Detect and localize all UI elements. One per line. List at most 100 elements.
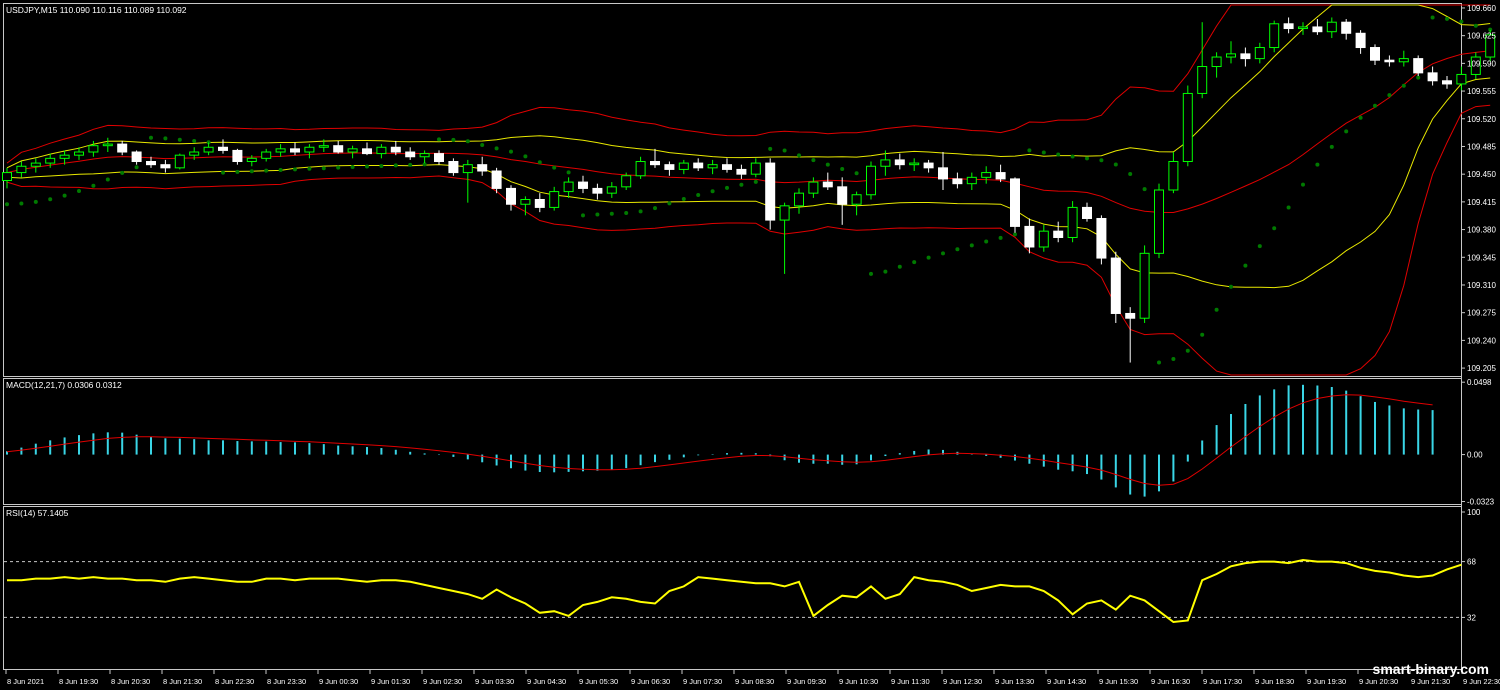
bull-candle[interactable] xyxy=(74,151,84,156)
bull-candle[interactable] xyxy=(563,181,574,193)
bull-candle[interactable] xyxy=(1182,92,1193,163)
bear-candle[interactable] xyxy=(1082,206,1092,219)
bear-candle[interactable] xyxy=(1096,217,1107,259)
bull-candle[interactable] xyxy=(1067,206,1078,238)
bear-candle[interactable] xyxy=(693,162,704,169)
bull-candle[interactable] xyxy=(174,154,185,169)
bear-candle[interactable] xyxy=(362,148,372,155)
bull-candle[interactable] xyxy=(203,146,214,153)
bull-candle[interactable] xyxy=(880,159,891,167)
bull-candle[interactable] xyxy=(678,162,689,170)
bear-candle[interactable] xyxy=(1053,230,1064,238)
bull-candle[interactable] xyxy=(1226,53,1236,58)
bull-candle[interactable] xyxy=(45,157,56,164)
bull-candle[interactable] xyxy=(189,151,200,156)
bear-candle[interactable] xyxy=(434,153,444,163)
bull-candle[interactable] xyxy=(1254,47,1265,60)
bear-candle[interactable] xyxy=(534,198,545,208)
bear-candle[interactable] xyxy=(146,161,156,166)
bull-candle[interactable] xyxy=(2,172,12,182)
bear-candle[interactable] xyxy=(1283,23,1294,30)
bull-candle[interactable] xyxy=(1298,26,1308,30)
bear-candle[interactable] xyxy=(218,146,228,151)
bear-candle[interactable] xyxy=(1010,178,1020,227)
bear-candle[interactable] xyxy=(333,145,344,153)
bear-candle[interactable] xyxy=(1427,72,1438,82)
bear-candle[interactable] xyxy=(1341,21,1352,34)
bull-candle[interactable] xyxy=(275,148,286,153)
bear-candle[interactable] xyxy=(1240,53,1251,60)
bull-candle[interactable] xyxy=(549,191,560,208)
rsi-panel-frame[interactable] xyxy=(3,506,1462,670)
bull-candle[interactable] xyxy=(750,162,761,175)
bull-candle[interactable] xyxy=(606,186,617,194)
bear-candle[interactable] xyxy=(390,146,401,153)
bull-candle[interactable] xyxy=(1326,21,1337,33)
bull-candle[interactable] xyxy=(635,161,646,177)
bull-candle[interactable] xyxy=(1168,161,1179,191)
bull-candle[interactable] xyxy=(520,198,531,205)
bull-candle[interactable] xyxy=(1197,66,1208,94)
bear-candle[interactable] xyxy=(160,164,171,169)
bull-candle[interactable] xyxy=(347,148,358,153)
bull-candle[interactable] xyxy=(462,164,473,174)
bear-candle[interactable] xyxy=(477,164,488,172)
bear-candle[interactable] xyxy=(1355,32,1366,49)
bull-candle[interactable] xyxy=(808,181,819,194)
bear-candle[interactable] xyxy=(592,187,603,194)
bull-candle[interactable] xyxy=(707,164,718,169)
bull-candle[interactable] xyxy=(304,146,315,153)
bull-candle[interactable] xyxy=(16,165,27,174)
bear-candle[interactable] xyxy=(1442,80,1452,85)
bull-candle[interactable] xyxy=(966,176,977,185)
bull-candle[interactable] xyxy=(621,175,632,188)
bull-candle[interactable] xyxy=(59,154,70,159)
bull-candle[interactable] xyxy=(102,143,113,147)
bull-candle[interactable] xyxy=(1211,56,1222,68)
bear-candle[interactable] xyxy=(995,172,1006,180)
bear-candle[interactable] xyxy=(765,162,776,221)
trading-chart[interactable]: 109.660 109.625 109.590 109.555 109.520 109.4… xyxy=(0,0,1500,690)
bear-candle[interactable] xyxy=(1024,225,1035,248)
bear-candle[interactable] xyxy=(952,178,963,185)
bear-candle[interactable] xyxy=(405,151,416,158)
bear-candle[interactable] xyxy=(736,168,747,175)
bear-candle[interactable] xyxy=(837,186,848,205)
bull-candle[interactable] xyxy=(909,162,920,166)
bear-candle[interactable] xyxy=(1384,59,1395,63)
bear-candle[interactable] xyxy=(1125,312,1136,319)
bull-candle[interactable] xyxy=(981,172,992,178)
bull-candle[interactable] xyxy=(794,192,804,207)
bear-candle[interactable] xyxy=(722,164,732,170)
bear-candle[interactable] xyxy=(894,159,905,166)
bull-candle[interactable] xyxy=(1398,58,1409,63)
bear-candle[interactable] xyxy=(491,170,502,189)
bear-candle[interactable] xyxy=(232,149,243,163)
bear-candle[interactable] xyxy=(822,181,833,188)
bull-candle[interactable] xyxy=(88,145,99,153)
bull-candle[interactable] xyxy=(1038,230,1049,248)
bear-candle[interactable] xyxy=(1370,47,1380,61)
bull-candle[interactable] xyxy=(1139,252,1150,319)
bull-candle[interactable] xyxy=(1456,73,1467,85)
bull-candle[interactable] xyxy=(419,153,430,158)
bull-candle[interactable] xyxy=(376,146,387,155)
bear-candle[interactable] xyxy=(1413,58,1424,74)
bear-candle[interactable] xyxy=(664,164,675,170)
bear-candle[interactable] xyxy=(117,143,128,153)
bear-candle[interactable] xyxy=(1110,257,1121,314)
bull-candle[interactable] xyxy=(261,151,272,159)
bull-candle[interactable] xyxy=(866,165,876,196)
bull-candle[interactable] xyxy=(779,205,790,221)
bear-candle[interactable] xyxy=(650,161,660,166)
bull-candle[interactable] xyxy=(851,194,862,205)
bear-candle[interactable] xyxy=(290,148,300,153)
bull-candle[interactable] xyxy=(1154,189,1164,254)
bear-candle[interactable] xyxy=(1312,26,1323,33)
bear-candle[interactable] xyxy=(131,151,142,163)
bear-candle[interactable] xyxy=(578,181,588,189)
bear-candle[interactable] xyxy=(938,167,948,180)
price-panel-frame[interactable] xyxy=(3,3,1462,377)
bear-candle[interactable] xyxy=(923,162,934,169)
bull-candle[interactable] xyxy=(30,162,41,167)
